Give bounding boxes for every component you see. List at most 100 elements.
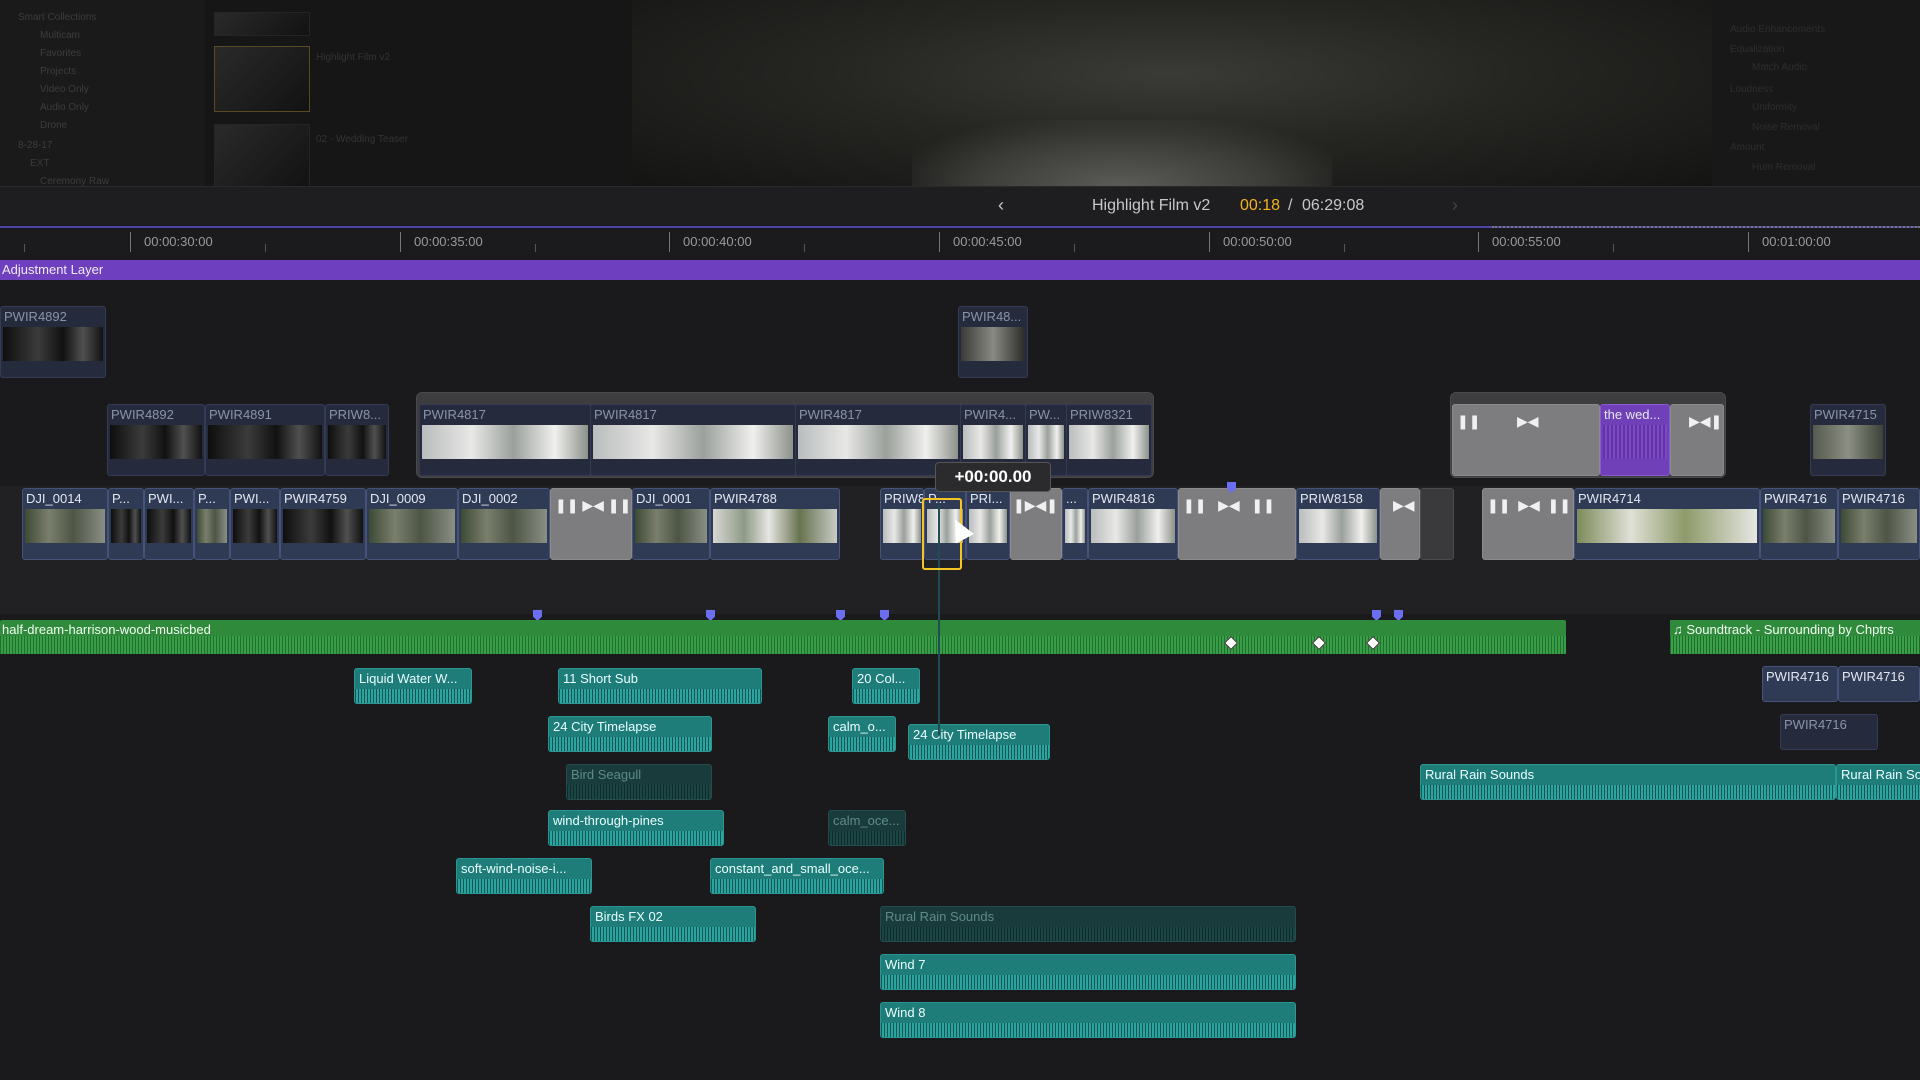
- audio-waveform: [549, 831, 723, 845]
- audio-clip[interactable]: Birds FX 02: [590, 906, 756, 942]
- adjustment-layer-label: Adjustment Layer: [2, 262, 104, 277]
- chevron-right-icon[interactable]: ›: [1452, 195, 1458, 216]
- audio-clip[interactable]: Rural Rain Sounds: [880, 906, 1296, 942]
- audio-clip[interactable]: Liquid Water W...: [354, 668, 472, 704]
- browser-item[interactable]: EXT: [30, 158, 49, 169]
- browser-item[interactable]: Multicam: [40, 30, 80, 41]
- title-clip[interactable]: the wed...: [1600, 404, 1670, 476]
- inspector-item[interactable]: Equalization: [1730, 44, 1784, 55]
- audio-clip[interactable]: Rural Rain Sounds: [1420, 764, 1836, 800]
- audio-clip[interactable]: Bird Seagull: [566, 764, 712, 800]
- clip-label: PWIR4788: [714, 491, 777, 506]
- gap-clip[interactable]: [1420, 488, 1454, 560]
- browser-item[interactable]: Video Only: [40, 84, 89, 95]
- browser-item[interactable]: Ceremony Raw: [40, 176, 109, 186]
- transition-clip[interactable]: ❚❚ ▶◀ ❚❚: [550, 488, 632, 560]
- clip-thumbnail[interactable]: [214, 46, 310, 112]
- clip-label: Rural Rain Sounds: [885, 909, 995, 924]
- audio-clip[interactable]: 11 Short Sub: [558, 668, 762, 704]
- audio-clip[interactable]: calm_o...: [828, 716, 896, 752]
- video-clip[interactable]: PWIR4817: [590, 404, 796, 476]
- audio-clip[interactable]: calm_oce...: [828, 810, 906, 846]
- transition-clip[interactable]: ❚❚ ▶◀ ❚❚: [1482, 488, 1574, 560]
- cross-dissolve-icon: ▶◀❚: [1689, 413, 1723, 429]
- video-clip[interactable]: PWIR4716: [1760, 488, 1838, 560]
- clip-filmstrip: [328, 425, 386, 459]
- audio-clip[interactable]: wind-through-pines: [548, 810, 724, 846]
- video-clip[interactable]: PWIR4817: [419, 404, 591, 476]
- clip-filmstrip: [961, 327, 1025, 361]
- audio-clip[interactable]: Wind 7: [880, 954, 1296, 990]
- video-audio-clip[interactable]: PWIR4716: [1838, 666, 1920, 702]
- video-clip[interactable]: DJI_0001: [632, 488, 710, 560]
- video-clip[interactable]: P...: [194, 488, 230, 560]
- transition-clip[interactable]: ❚▶◀❚: [1010, 488, 1062, 560]
- browser-item[interactable]: Drone: [40, 120, 67, 131]
- inspector-item[interactable]: Noise Removal: [1752, 122, 1820, 133]
- clip-filmstrip: [110, 425, 202, 459]
- audio-clip[interactable]: 20 Col...: [852, 668, 920, 704]
- video-clip[interactable]: PWIR4816: [1088, 488, 1178, 560]
- transition-clip[interactable]: ▶◀: [1380, 488, 1420, 560]
- video-clip[interactable]: ...: [1062, 488, 1088, 560]
- video-audio-clip[interactable]: PWIR4716: [1762, 666, 1838, 702]
- audio-clip[interactable]: constant_and_small_oce...: [710, 858, 884, 894]
- video-clip[interactable]: PWIR4892: [0, 306, 106, 378]
- clip-thumbnail[interactable]: [214, 12, 310, 36]
- video-clip[interactable]: PWI...: [144, 488, 194, 560]
- audio-clip[interactable]: soft-wind-noise-i...: [456, 858, 592, 894]
- transition-handle-icon: ❚❚: [1457, 413, 1481, 429]
- audio-clip[interactable]: Wind 8: [880, 1002, 1296, 1038]
- video-clip[interactable]: PWI...: [230, 488, 280, 560]
- clip-label: PRIW8158: [1300, 491, 1363, 506]
- video-clip[interactable]: PRIW8321: [1066, 404, 1152, 476]
- inspector-item[interactable]: Hum Removal: [1752, 162, 1815, 173]
- viewer[interactable]: [632, 0, 1712, 186]
- video-clip[interactable]: PWIR4759: [280, 488, 366, 560]
- clip-label: Liquid Water W...: [359, 671, 458, 686]
- ruler-tick: [1478, 232, 1479, 252]
- video-clip[interactable]: PWIR4715: [1810, 404, 1886, 476]
- video-clip[interactable]: PRI...: [966, 488, 1010, 560]
- audio-waveform: [881, 975, 1295, 989]
- video-clip[interactable]: P...: [108, 488, 144, 560]
- inspector-item[interactable]: Loudness: [1730, 84, 1773, 95]
- video-clip[interactable]: DJI_0014: [22, 488, 108, 560]
- video-clip[interactable]: PWIR48...: [958, 306, 1028, 378]
- clip-filmstrip: [369, 509, 455, 543]
- video-clip[interactable]: PWIR4892: [107, 404, 205, 476]
- transition-clip[interactable]: ❚❚ ▶◀ ❚❚: [1178, 488, 1296, 560]
- clip-thumbnail[interactable]: [214, 124, 310, 186]
- inspector-item[interactable]: Audio Enhancements: [1730, 24, 1825, 35]
- inspector-item[interactable]: Match Audio: [1752, 62, 1807, 73]
- audio-waveform: [829, 737, 895, 751]
- browser-item[interactable]: Favorites: [40, 48, 81, 59]
- clip-label: DJI_0001: [636, 491, 692, 506]
- video-clip[interactable]: DJI_0002: [458, 488, 550, 560]
- video-clip[interactable]: PWIR4716: [1838, 488, 1920, 560]
- video-clip[interactable]: PWIR4788: [710, 488, 840, 560]
- inspector-item[interactable]: Uniformity: [1752, 102, 1797, 113]
- audio-clip[interactable]: 24 City Timelapse: [548, 716, 712, 752]
- audio-waveform: [881, 1023, 1295, 1037]
- transition-clip[interactable]: ❚❚ ▶◀: [1452, 404, 1600, 476]
- audio-clip[interactable]: Rural Rain So: [1836, 764, 1920, 800]
- inspector-item[interactable]: Amount: [1730, 142, 1764, 153]
- timeline-ruler[interactable]: 00:00:30:00 00:00:35:00 00:00:40:00 00:0…: [0, 226, 1920, 256]
- browser-item[interactable]: Smart Collections: [18, 12, 96, 23]
- browser-item[interactable]: Audio Only: [40, 102, 89, 113]
- audio-clip-dragged[interactable]: 24 City Timelapse: [908, 724, 1050, 760]
- video-clip[interactable]: PWIR4891: [205, 404, 325, 476]
- video-clip[interactable]: DJI_0009: [366, 488, 458, 560]
- video-clip[interactable]: PRIW8158: [1296, 488, 1380, 560]
- video-clip[interactable]: PWIR4714: [1574, 488, 1760, 560]
- video-clip[interactable]: PRIW8...: [325, 404, 389, 476]
- transition-clip[interactable]: ▶◀❚: [1670, 404, 1724, 476]
- browser-item[interactable]: 8-28-17: [18, 140, 52, 151]
- video-audio-clip[interactable]: PWIR4716: [1780, 714, 1878, 750]
- ruler-minor-tick: [804, 244, 805, 252]
- chevron-left-icon[interactable]: ‹: [998, 195, 1004, 216]
- browser-item[interactable]: Projects: [40, 66, 76, 77]
- adjustment-layer-clip[interactable]: [0, 260, 1920, 280]
- video-clip[interactable]: PRIW8313: [880, 488, 924, 560]
